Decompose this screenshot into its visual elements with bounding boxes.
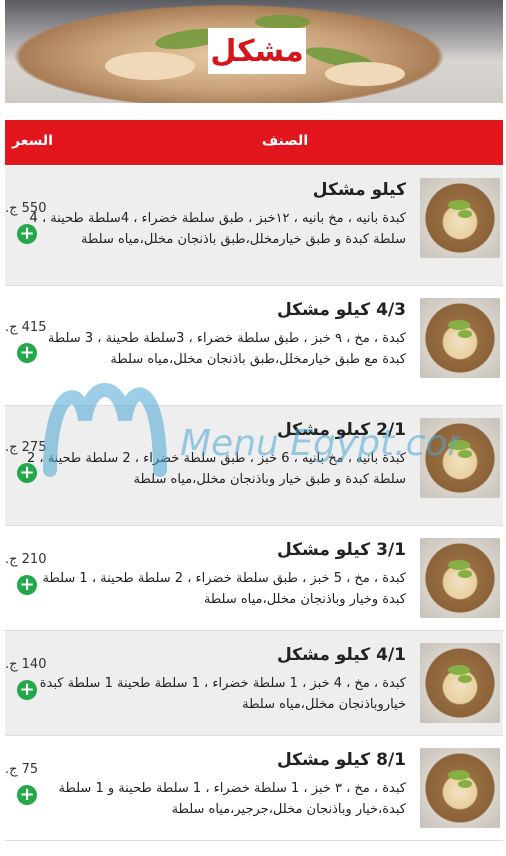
item-name: 8/1 كيلو مشكل [276, 750, 406, 770]
item-description: كبدة بانيه ، مخ بانيه ، 6 خبز ، طبق سلطة… [26, 451, 406, 487]
item-price: 140 ج. [5, 657, 47, 672]
menu-item-row: 2/1 كيلو مشكل كبدة بانيه ، مخ بانيه ، 6 … [5, 406, 503, 526]
add-to-cart-button[interactable]: + [17, 680, 37, 700]
item-price: 415 ج. [5, 320, 47, 335]
item-price: 75 ج. [5, 762, 39, 777]
menu-item-row: 4/1 كيلو مشكل كبدة ، مخ ، 4 خبز ، 1 سلطة… [5, 631, 503, 736]
plus-circle-icon: + [19, 223, 35, 244]
item-name: 4/3 كيلو مشكل [276, 300, 406, 320]
item-price: 210 ج. [5, 552, 47, 567]
category-banner: مشكل [5, 0, 503, 103]
add-to-cart-button[interactable]: + [17, 785, 37, 805]
dish-image [420, 298, 500, 378]
item-description: كبدة ، مخ ، ٩ خبز ، طبق سلطة خضراء ، 3سل… [47, 331, 406, 367]
plus-circle-icon: + [19, 342, 35, 363]
menu-item-row: 3/1 كيلو مشكل كبدة ، مخ ، 5 خبز ، طبق سل… [5, 526, 503, 631]
add-to-cart-button[interactable]: + [17, 463, 37, 483]
item-name: 2/1 كيلو مشكل [276, 420, 406, 440]
column-item-header: الصنف [261, 133, 309, 149]
item-name: 4/1 كيلو مشكل [276, 645, 406, 665]
plus-circle-icon: + [19, 462, 35, 483]
menu-table-header: الصنف السعر [5, 120, 503, 165]
menu-item-row: 4/3 كيلو مشكل كبدة ، مخ ، ٩ خبز ، طبق سل… [5, 286, 503, 406]
add-to-cart-button[interactable]: + [17, 575, 37, 595]
dish-image [420, 418, 500, 498]
add-to-cart-button[interactable]: + [17, 343, 37, 363]
menu-item-row: 8/1 كيلو مشكل كبدة ، مخ ، ٣ خبز ، 1 سلطة… [5, 736, 503, 841]
add-to-cart-button[interactable]: + [17, 224, 37, 244]
dish-image [420, 643, 500, 723]
item-description: كبدة ، مخ ، ٣ خبز ، 1 سلطة خضراء ، 1 سلط… [58, 781, 406, 817]
category-title: مشكل [208, 28, 306, 74]
column-price-header: السعر [12, 133, 53, 149]
plus-circle-icon: + [19, 574, 35, 595]
item-description: كبدة ، مخ ، 4 خبز ، 1 سلطة خضراء ، 1 سلط… [29, 676, 406, 712]
dish-image [420, 748, 500, 828]
plus-circle-icon: + [19, 784, 35, 805]
dish-image [420, 178, 500, 258]
menu-item-row: كيلو مشكل كبدة بانيه ، مخ بانيه ، ١٢خبز … [5, 166, 503, 286]
item-price: 550 ج. [5, 201, 47, 216]
dish-image [420, 538, 500, 618]
plus-circle-icon: + [19, 679, 35, 700]
item-name: 3/1 كيلو مشكل [276, 540, 406, 560]
item-price: 275 ج. [5, 440, 47, 455]
item-name: كيلو مشكل [312, 180, 406, 200]
item-description: كبدة ، مخ ، 5 خبز ، طبق سلطة خضراء ، 2 س… [42, 571, 406, 607]
item-description: كبدة بانيه ، مخ بانيه ، ١٢خبز ، طبق سلطة… [29, 211, 406, 247]
